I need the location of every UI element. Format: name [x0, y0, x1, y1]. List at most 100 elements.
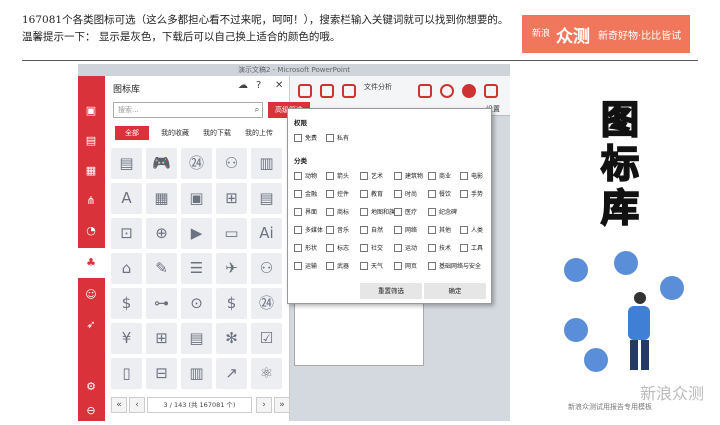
icon-cell[interactable]: $: [111, 288, 142, 319]
file-analysis-button[interactable]: 文件分析: [364, 82, 392, 92]
icon-cell[interactable]: Ai: [251, 218, 282, 249]
rocket-icon[interactable]: ➶: [84, 318, 98, 332]
sidebar-icon[interactable]: ⋔: [84, 194, 98, 208]
category-option[interactable]: 网络: [394, 225, 417, 234]
icon-cell[interactable]: ¥: [111, 323, 142, 354]
icon-cell[interactable]: ▣: [181, 183, 212, 214]
icon-cell[interactable]: ⚇: [216, 148, 247, 179]
back-icon[interactable]: ⊖: [84, 404, 98, 418]
icon-cell[interactable]: ⊡: [111, 218, 142, 249]
icon-cell[interactable]: ✎: [146, 253, 177, 284]
category-option[interactable]: 医疗: [394, 207, 417, 216]
category-option[interactable]: 基础网络与安全: [428, 261, 481, 270]
sidebar-icon[interactable]: ◔: [84, 224, 98, 238]
icon-cell[interactable]: ㉔: [181, 148, 212, 179]
category-option[interactable]: 金融: [294, 189, 317, 198]
icon-cell[interactable]: ⊙: [181, 288, 212, 319]
next-page-button[interactable]: ›: [256, 397, 272, 413]
category-option[interactable]: 技术: [428, 243, 451, 252]
close-icon[interactable]: ✕: [275, 80, 283, 91]
category-option[interactable]: 餐饮: [428, 189, 451, 198]
category-option[interactable]: 其他: [428, 225, 451, 234]
category-option[interactable]: 时尚: [394, 189, 417, 198]
sidebar-icon[interactable]: ▤: [84, 134, 98, 148]
icon-cell[interactable]: ⚛: [251, 358, 282, 389]
category-option[interactable]: 运输: [294, 261, 317, 270]
sidebar-icon[interactable]: ▦: [84, 164, 98, 178]
icon-cell[interactable]: ⊟: [146, 358, 177, 389]
settings-icon[interactable]: [484, 84, 498, 98]
icon-cell[interactable]: ✈: [216, 253, 247, 284]
icon-cell[interactable]: ▤: [251, 183, 282, 214]
category-option[interactable]: 音乐: [326, 225, 349, 234]
tab-favorites[interactable]: 我的收藏: [155, 126, 195, 140]
upload-icon[interactable]: ☁: [238, 80, 248, 91]
icon-cell[interactable]: ⚇: [251, 253, 282, 284]
icon-cell[interactable]: ⊶: [146, 288, 177, 319]
first-page-button[interactable]: «: [111, 397, 127, 413]
last-page-button[interactable]: »: [274, 397, 290, 413]
category-option[interactable]: 标志: [326, 243, 349, 252]
icon-cell[interactable]: ▶: [181, 218, 212, 249]
icon-cell[interactable]: ㉔: [251, 288, 282, 319]
icon-cell[interactable]: A: [111, 183, 142, 214]
category-option[interactable]: 社交: [360, 243, 383, 252]
icon-cell[interactable]: ▥: [181, 358, 212, 389]
sidebar-icon[interactable]: ☺: [84, 288, 98, 302]
icon-cell[interactable]: ▥: [251, 148, 282, 179]
category-option[interactable]: 自然: [360, 225, 383, 234]
slide-thumbnail[interactable]: [294, 296, 424, 366]
category-option[interactable]: 形状: [294, 243, 317, 252]
category-option[interactable]: 电影: [460, 171, 483, 180]
help-icon[interactable]: [440, 84, 454, 98]
category-option[interactable]: 界面: [294, 207, 317, 216]
category-option[interactable]: 教育: [360, 189, 383, 198]
category-option[interactable]: 商业: [428, 171, 451, 180]
gear-icon[interactable]: ⚙: [84, 380, 98, 394]
icon-cell[interactable]: ✻: [216, 323, 247, 354]
category-option[interactable]: 工具: [460, 243, 483, 252]
icon-cell[interactable]: ☑: [251, 323, 282, 354]
ribbon-icon[interactable]: [298, 84, 312, 98]
filter-option[interactable]: 私有: [326, 133, 349, 142]
search-icon[interactable]: ⌕: [250, 102, 264, 118]
icon-library-icon[interactable]: ♣: [84, 256, 98, 270]
icon-cell[interactable]: ⊞: [216, 183, 247, 214]
category-option[interactable]: 多媒体: [294, 225, 323, 234]
search-input[interactable]: 搜索...: [113, 102, 263, 118]
ribbon-icon[interactable]: [342, 84, 356, 98]
ribbon-icon[interactable]: [320, 84, 334, 98]
prev-page-button[interactable]: ‹: [129, 397, 145, 413]
category-option[interactable]: 纪念碑: [428, 207, 457, 216]
confirm-button[interactable]: 确定: [424, 283, 486, 299]
category-option[interactable]: 人类: [460, 225, 483, 234]
tab-uploads[interactable]: 我的上传: [239, 126, 279, 140]
category-option[interactable]: 控件: [326, 189, 349, 198]
category-option[interactable]: 天气: [360, 261, 383, 270]
icon-cell[interactable]: $: [216, 288, 247, 319]
filter-option[interactable]: 免费: [294, 133, 317, 142]
icon-cell[interactable]: ↗: [216, 358, 247, 389]
category-option[interactable]: 艺术: [360, 171, 383, 180]
category-option[interactable]: 手势: [460, 189, 483, 198]
help-icon[interactable]: ?: [256, 80, 261, 91]
reset-filter-button[interactable]: 重置筛选: [360, 283, 422, 299]
category-option[interactable]: 商标: [326, 207, 349, 216]
icon-cell[interactable]: ▤: [111, 148, 142, 179]
info-icon[interactable]: [462, 84, 476, 98]
icon-cell[interactable]: ▭: [216, 218, 247, 249]
icon-cell[interactable]: ☰: [181, 253, 212, 284]
sidebar-icon[interactable]: ▣: [84, 104, 98, 118]
icon-cell[interactable]: ▦: [146, 183, 177, 214]
tab-all[interactable]: 全部: [115, 126, 149, 140]
category-option[interactable]: 建筑物: [394, 171, 423, 180]
icon-cell[interactable]: ⊕: [146, 218, 177, 249]
category-option[interactable]: 武器: [326, 261, 349, 270]
icon-cell[interactable]: ▤: [181, 323, 212, 354]
icon-cell[interactable]: ⊞: [146, 323, 177, 354]
category-option[interactable]: 运动: [394, 243, 417, 252]
category-option[interactable]: 网页: [394, 261, 417, 270]
category-option[interactable]: 箭头: [326, 171, 349, 180]
icon-cell[interactable]: 🎮: [146, 148, 177, 179]
ribbon-icon[interactable]: [418, 84, 432, 98]
